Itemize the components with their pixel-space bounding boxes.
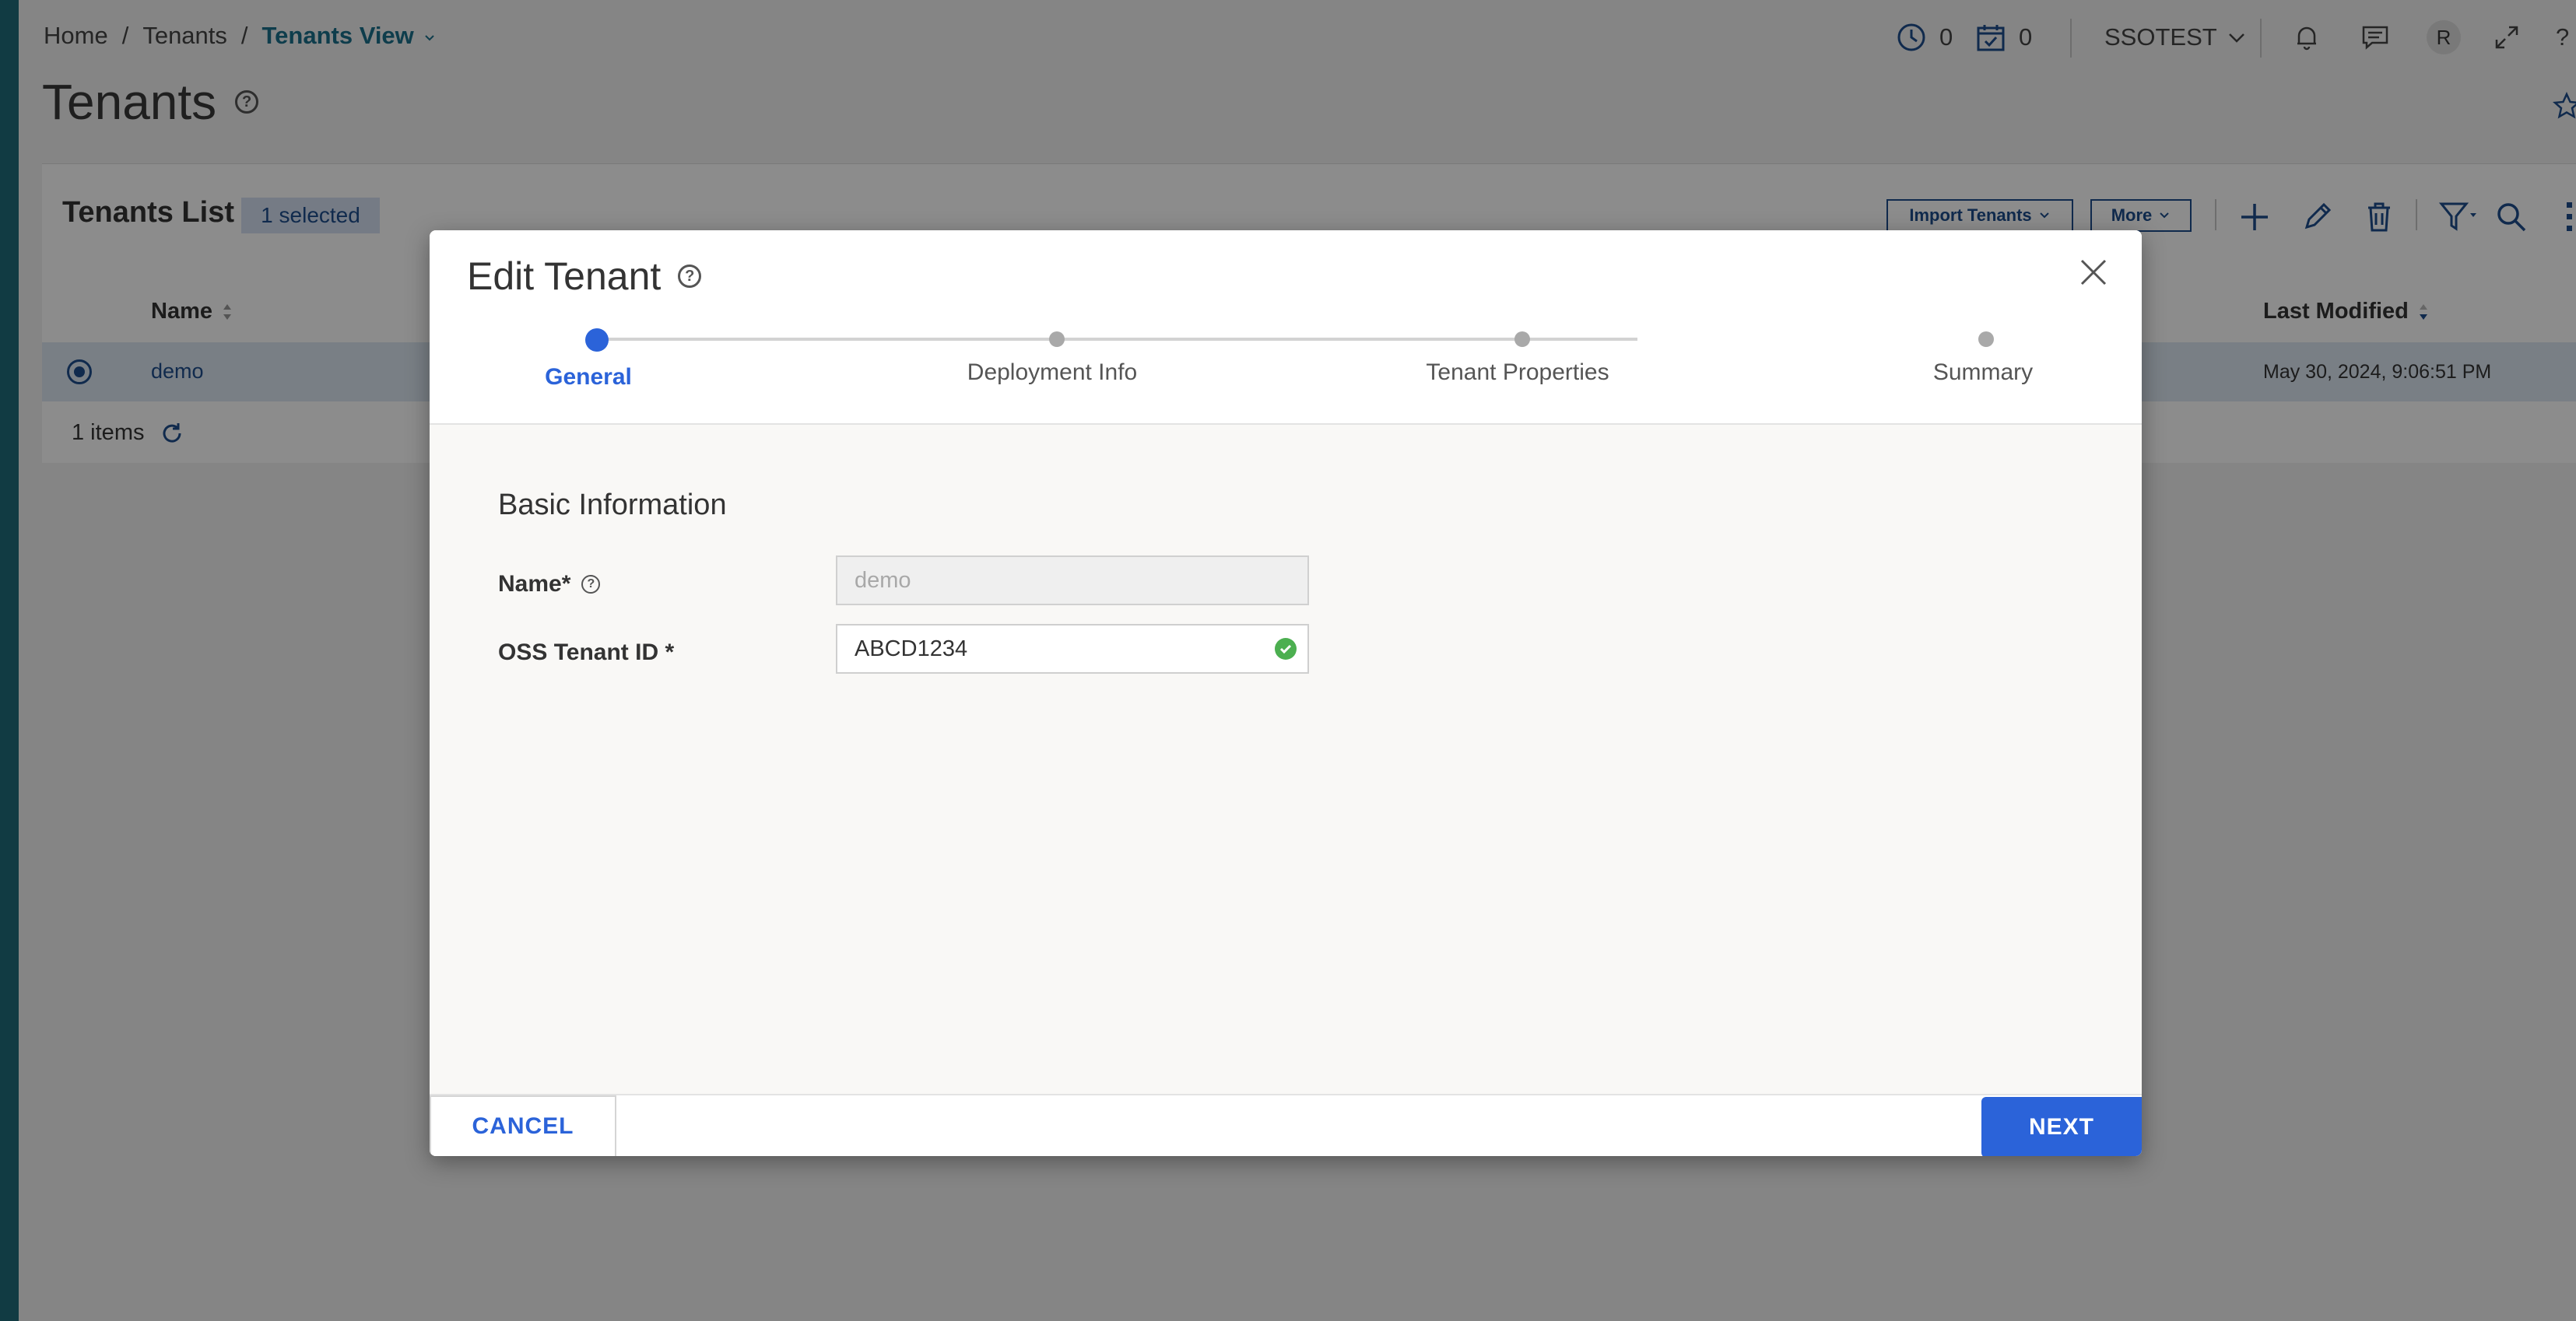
help-icon[interactable]: ?: [581, 575, 601, 594]
help-icon[interactable]: ?: [678, 265, 702, 288]
dialog-body: Basic Information Name* ? demo OSS Tenan…: [430, 425, 2142, 1094]
next-button[interactable]: NEXT: [1981, 1097, 2142, 1156]
dialog-title: Edit Tenant ?: [467, 254, 702, 299]
name-input: demo: [836, 555, 1309, 605]
name-input-value: demo: [855, 567, 911, 593]
check-circle-icon: [1275, 638, 1297, 660]
name-label-text: Name*: [498, 571, 571, 597]
step-dot-tenant-properties[interactable]: [1514, 331, 1530, 347]
dialog-footer: CANCEL NEXT: [430, 1094, 2142, 1156]
section-title: Basic Information: [498, 489, 727, 521]
cancel-button[interactable]: CANCEL: [430, 1095, 616, 1156]
oss-tenant-id-input[interactable]: ABCD1234: [836, 624, 1309, 674]
step-label-general[interactable]: General: [545, 364, 632, 391]
step-dot-summary[interactable]: [1978, 331, 1994, 347]
name-field-label: Name* ?: [498, 571, 601, 597]
step-label-summary[interactable]: Summary: [1933, 359, 2033, 386]
step-dot-deployment-info[interactable]: [1049, 331, 1065, 347]
oss-tenant-id-label: OSS Tenant ID *: [498, 639, 675, 665]
close-icon: [2080, 259, 2107, 286]
step-label-deployment-info[interactable]: Deployment Info: [967, 359, 1137, 386]
edit-tenant-dialog: Edit Tenant ? General Deployment Info Te…: [430, 230, 2142, 1156]
dialog-header: Edit Tenant ? General Deployment Info Te…: [430, 230, 2142, 425]
oss-tenant-id-value: ABCD1234: [855, 636, 968, 661]
step-dot-general[interactable]: [585, 328, 609, 352]
dialog-title-text: Edit Tenant: [467, 254, 662, 298]
stepper-track: [1063, 338, 1483, 341]
close-button[interactable]: [2078, 257, 2109, 288]
step-label-tenant-properties[interactable]: Tenant Properties: [1426, 359, 1609, 386]
